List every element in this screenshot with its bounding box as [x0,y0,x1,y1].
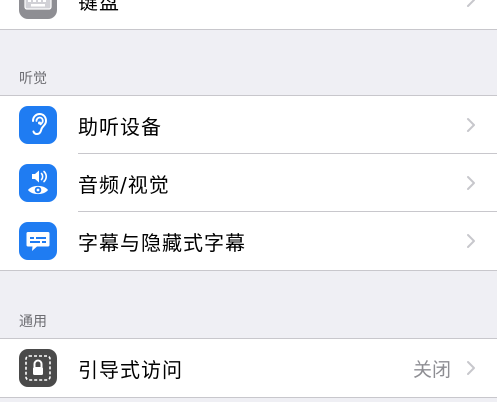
chevron-right-icon [467,176,475,190]
row-subtitles-captions-label: 字幕与隐藏式字幕 [78,230,246,255]
row-guided-access-label: 引导式访问 [78,357,183,382]
caption-bubble-icon [19,222,57,260]
chevron-right-icon [467,0,475,7]
row-audio-visual[interactable]: 音频/视觉 [0,154,497,212]
section-header-hearing: 听觉 [19,71,47,87]
guided-access-status: 关闭 [412,358,451,381]
row-subtitles-captions[interactable]: 字幕与隐藏式字幕 [0,212,497,270]
row-audio-visual-label: 音频/视觉 [78,172,170,197]
ear-icon [19,106,57,144]
row-keyboard-label: 键盘 [78,0,120,14]
speaker-eye-icon [19,164,57,202]
chevron-right-icon [467,361,475,375]
chevron-right-icon [467,118,475,132]
accessibility-settings-screen: 键盘 听觉 助听设备 音频/视觉 字幕与隐藏式字幕 通用 引导式访问 关闭 [0,0,497,402]
group-interaction: 键盘 [0,0,497,30]
keyboard-icon [19,0,57,19]
group-hearing: 助听设备 音频/视觉 字幕与隐藏式字幕 [0,95,497,271]
row-guided-access[interactable]: 引导式访问 关闭 [0,339,497,397]
lock-icon [19,349,57,387]
row-keyboard[interactable]: 键盘 [0,0,497,29]
chevron-right-icon [467,234,475,248]
section-header-general: 通用 [19,314,47,330]
row-hearing-devices-label: 助听设备 [78,114,162,139]
group-general: 引导式访问 关闭 [0,338,497,398]
row-hearing-devices[interactable]: 助听设备 [0,96,497,154]
